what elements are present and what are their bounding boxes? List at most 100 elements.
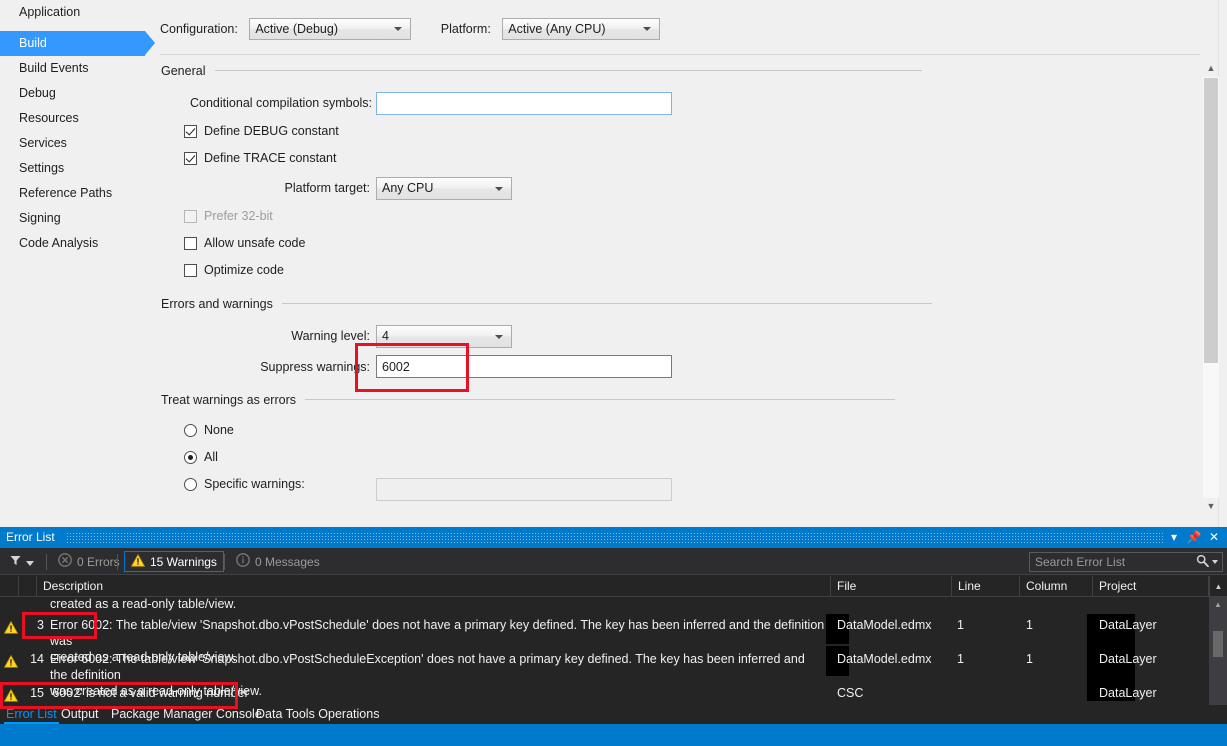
sidebar-item-application[interactable]: Application	[0, 0, 152, 25]
scroll-up-icon[interactable]: ▲	[1209, 597, 1227, 613]
conditional-symbols-input[interactable]	[376, 92, 672, 115]
treat-all-radio-row[interactable]: All	[184, 450, 218, 464]
group-rule	[305, 399, 896, 401]
sidebar-item-build-events[interactable]: Build Events	[0, 56, 88, 81]
optimize-code-checkbox-row[interactable]: Optimize code	[184, 263, 284, 277]
column-header-file[interactable]: File	[831, 576, 952, 597]
scrollbar-thumb[interactable]	[1204, 78, 1218, 363]
errors-filter-button[interactable]: 0 Errors	[52, 551, 126, 572]
tab-data-tools-operations[interactable]: Data Tools Operations	[250, 705, 385, 724]
tool-window-tabs: Error List Output Package Manager Consol…	[0, 705, 1227, 724]
sidebar-item-build[interactable]: Build	[0, 31, 155, 56]
error-icon	[58, 553, 72, 570]
checkbox-icon	[184, 209, 197, 223]
toolbar-separator	[46, 554, 47, 570]
define-debug-label: Define DEBUG constant	[204, 124, 339, 138]
column-header-project[interactable]: Project	[1093, 576, 1209, 597]
filter-caret-icon[interactable]	[26, 555, 34, 569]
row-line: 1	[957, 618, 964, 632]
scroll-down-icon[interactable]: ▼	[1203, 498, 1219, 515]
radio-icon[interactable]	[184, 423, 197, 437]
row-project: DataLayer	[1099, 618, 1157, 632]
sidebar-item-code-analysis[interactable]: Code Analysis	[0, 231, 98, 256]
window-menu-icon[interactable]: ▾	[1165, 527, 1183, 548]
sort-indicator-icon: ▲	[1209, 576, 1227, 597]
column-header-icon[interactable]	[18, 576, 37, 597]
group-header-general: General	[161, 63, 922, 78]
filter-button[interactable]	[4, 551, 40, 572]
properties-category-list[interactable]: Application Build Build Events Debug Res…	[0, 0, 155, 527]
sidebar-item-resources[interactable]: Resources	[0, 106, 79, 131]
warning-icon	[130, 553, 146, 570]
column-header-column[interactable]: Column	[1020, 576, 1093, 597]
error-list-panel: Error List ▾ 📌 ✕ 0 Errors 15 Warnings 0 …	[0, 527, 1227, 746]
define-trace-checkbox-row[interactable]: Define TRACE constant	[184, 151, 336, 165]
table-row[interactable]: 14 Error 6002: The table/view 'Snapshot.…	[0, 646, 1209, 698]
row-number: 15	[30, 686, 44, 700]
sidebar-item-label: Debug	[19, 86, 56, 100]
column-header-description[interactable]: Description	[37, 576, 831, 597]
pin-icon[interactable]: 📌	[1185, 527, 1203, 548]
designer-vertical-scrollbar[interactable]: ▲ ▼	[1202, 60, 1219, 515]
sidebar-item-debug[interactable]: Debug	[0, 81, 56, 106]
tab-output[interactable]: Output	[55, 705, 105, 724]
allow-unsafe-checkbox-row[interactable]: Allow unsafe code	[184, 236, 305, 250]
warning-icon	[3, 620, 19, 637]
define-debug-checkbox-row[interactable]: Define DEBUG constant	[184, 124, 339, 138]
platform-target-dropdown[interactable]: Any CPU	[376, 177, 512, 200]
sidebar-item-services[interactable]: Services	[0, 131, 67, 156]
sidebar-item-signing[interactable]: Signing	[0, 206, 61, 231]
warning-level-label: Warning level:	[291, 329, 370, 343]
treat-specific-label: Specific warnings:	[204, 477, 305, 491]
tab-package-manager-console[interactable]: Package Manager Console	[105, 705, 268, 724]
error-list-titlebar[interactable]: Error List ▾ 📌 ✕	[0, 527, 1227, 548]
close-icon[interactable]: ✕	[1205, 527, 1223, 548]
titlebar-grip	[66, 532, 1165, 543]
group-label: Errors and warnings	[161, 296, 273, 311]
treat-specific-radio-row[interactable]: Specific warnings:	[184, 477, 305, 491]
checkbox-icon[interactable]	[184, 236, 197, 250]
tab-error-list[interactable]: Error List	[0, 705, 63, 724]
designer-right-strip	[1218, 0, 1227, 527]
row-file: DataModel.edmx	[837, 652, 932, 666]
suppress-warnings-input[interactable]	[376, 355, 672, 378]
warning-level-value: 4	[382, 329, 389, 343]
table-row[interactable]: 15 '6002' is not a valid warning number …	[0, 675, 1209, 705]
sidebar-item-label: Services	[19, 136, 67, 150]
row-line: 1	[957, 652, 964, 666]
treat-none-radio-row[interactable]: None	[184, 423, 234, 437]
checkbox-icon[interactable]	[184, 151, 197, 165]
warning-icon	[3, 688, 19, 705]
selection-arrow-icon	[145, 31, 155, 55]
sidebar-item-label: Signing	[19, 211, 61, 225]
sidebar-item-settings[interactable]: Settings	[0, 156, 64, 181]
row-number: 3	[37, 618, 44, 632]
row-project: DataLayer	[1099, 652, 1157, 666]
search-input-placeholder[interactable]: Search Error List	[1030, 555, 1196, 569]
warnings-filter-button[interactable]: 15 Warnings	[124, 551, 224, 572]
error-list-search-box[interactable]: Search Error List	[1029, 552, 1223, 572]
messages-filter-button[interactable]: 0 Messages	[230, 551, 326, 572]
radio-icon[interactable]	[184, 477, 197, 491]
specific-warnings-input[interactable]	[376, 478, 672, 501]
warnings-count-label: 15 Warnings	[150, 554, 217, 569]
configuration-dropdown[interactable]: Active (Debug)	[249, 18, 412, 40]
toolbar-separator	[224, 554, 225, 570]
scrollbar-thumb[interactable]	[1213, 631, 1223, 657]
group-label: General	[161, 63, 206, 78]
warning-level-dropdown[interactable]: 4	[376, 325, 512, 348]
platform-dropdown[interactable]: Active (Any CPU)	[502, 18, 661, 40]
checkbox-icon[interactable]	[184, 124, 197, 138]
search-icon[interactable]	[1196, 554, 1209, 570]
scroll-up-icon[interactable]: ▲	[1203, 60, 1219, 77]
sidebar-item-reference-paths[interactable]: Reference Paths	[0, 181, 112, 206]
table-row[interactable]: 3 Error 6002: The table/view 'Snapshot.d…	[0, 613, 1209, 664]
visual-studio-window: Application Build Build Events Debug Res…	[0, 0, 1227, 746]
radio-icon[interactable]	[184, 450, 197, 464]
search-options-chevron-icon[interactable]	[1212, 560, 1218, 564]
row-description-line1: Error 6002: The table/view 'Snapshot.dbo…	[50, 652, 805, 682]
row-continuation-fragment: created as a read-only table/view.	[50, 597, 237, 611]
column-header-line[interactable]: Line	[952, 576, 1020, 597]
sidebar-item-label: Application	[19, 5, 81, 19]
checkbox-icon[interactable]	[184, 263, 197, 277]
